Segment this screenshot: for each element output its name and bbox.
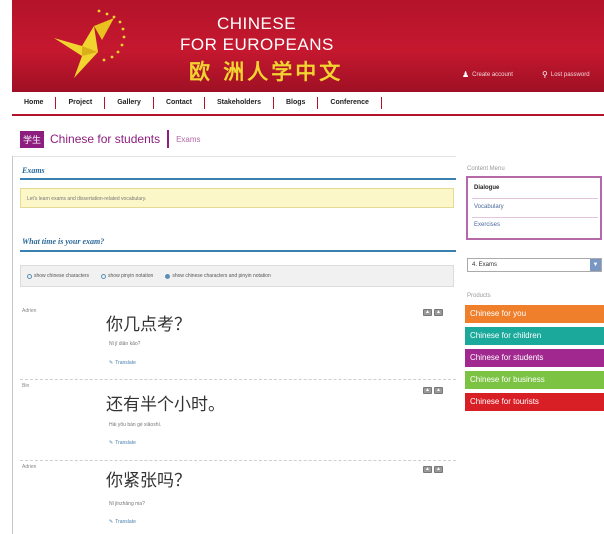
option-characters[interactable]: show chinese characters bbox=[27, 273, 89, 279]
product-chinese-for-children[interactable]: Chinese for children bbox=[465, 327, 604, 345]
divider bbox=[12, 156, 456, 157]
speaker-name: Adrien bbox=[22, 464, 37, 470]
create-account-label: Create account bbox=[472, 71, 513, 78]
record-audio-icon[interactable]: ▲ bbox=[434, 387, 443, 394]
brand-line-2: FOR EUROPEANS bbox=[180, 35, 334, 54]
audio-controls: ▲ ▲ bbox=[423, 309, 443, 316]
dialogue-pinyin: Nǐ jǐnzhāng ma? bbox=[109, 501, 145, 507]
section-exams-heading: Exams bbox=[22, 166, 45, 175]
user-icon: ♟ bbox=[462, 70, 470, 79]
translate-link[interactable]: ✎ Translate bbox=[109, 360, 136, 366]
content-menu-label: Content Menu bbox=[467, 166, 505, 172]
product-chinese-for-tourists[interactable]: Chinese for tourists bbox=[465, 393, 604, 411]
key-icon: ⚲ bbox=[542, 70, 548, 79]
radio-button[interactable] bbox=[101, 273, 107, 279]
option-label: show pinyin notation bbox=[108, 273, 154, 279]
audio-controls: ▲ ▲ bbox=[423, 466, 443, 473]
content-menu-exercises[interactable]: Exercises bbox=[474, 222, 500, 228]
nav-home[interactable]: Home bbox=[12, 97, 57, 109]
option-label: show chinese characters and pinyin notat… bbox=[172, 273, 271, 279]
translate-label: Translate bbox=[115, 440, 136, 446]
content-menu-dialogue[interactable]: Dialogue bbox=[474, 185, 499, 191]
play-audio-icon[interactable]: ▲ bbox=[423, 466, 432, 473]
translate-label: Translate bbox=[115, 519, 136, 525]
lost-password-label: Lost password bbox=[550, 71, 590, 78]
students-badge: 学生 bbox=[20, 130, 45, 148]
content-menu-vocabulary[interactable]: Vocabulary bbox=[474, 204, 504, 210]
record-audio-icon[interactable]: ▲ bbox=[434, 309, 443, 316]
brand-chinese: 欧 洲人学中文 bbox=[189, 60, 344, 84]
section-rule bbox=[20, 250, 456, 252]
dialogue-divider bbox=[20, 460, 456, 461]
breadcrumb-exams[interactable]: Exams bbox=[176, 135, 200, 144]
nav-contact[interactable]: Contact bbox=[154, 97, 205, 109]
nav-gallery[interactable]: Gallery bbox=[105, 97, 154, 109]
speaker-name: Adrien bbox=[22, 308, 37, 314]
origami-bird-logo bbox=[54, 9, 126, 78]
lost-password-link[interactable]: ⚲ Lost password bbox=[542, 70, 590, 79]
lesson-select-value: 4. Exams bbox=[472, 262, 498, 268]
page-title: Chinese for students bbox=[50, 132, 161, 146]
nav-stakeholders[interactable]: Stakeholders bbox=[205, 97, 274, 109]
radio-button-selected[interactable] bbox=[165, 273, 171, 279]
product-chinese-for-business[interactable]: Chinese for business bbox=[465, 371, 604, 389]
dialogue-hanzi: 你几点考？ bbox=[106, 315, 191, 335]
play-audio-icon[interactable]: ▲ bbox=[423, 387, 432, 394]
site-header: CHINESE FOR EUROPEANS 欧 洲人学中文 ♟ Create a… bbox=[12, 0, 604, 92]
question-heading: What time is your exam? bbox=[22, 237, 105, 246]
play-audio-icon[interactable]: ▲ bbox=[423, 309, 432, 316]
section-rule bbox=[20, 178, 456, 180]
content-border bbox=[12, 156, 13, 534]
main-nav: Home Project Gallery Contact Stakeholder… bbox=[12, 92, 604, 116]
create-account-link[interactable]: ♟ Create account bbox=[462, 70, 513, 79]
nav-blogs[interactable]: Blogs bbox=[274, 97, 319, 109]
audio-controls: ▲ ▲ bbox=[423, 387, 443, 394]
translate-label: Translate bbox=[115, 360, 136, 366]
menu-divider bbox=[472, 198, 598, 199]
heading-separator bbox=[167, 130, 170, 148]
exams-notice: Let's learn exams and dissertation-relat… bbox=[20, 188, 454, 208]
option-characters-and-pinyin[interactable]: show chinese characters and pinyin notat… bbox=[165, 273, 271, 279]
products-label: Products bbox=[467, 293, 491, 299]
speaker-name: Bin bbox=[22, 383, 30, 389]
brand-line-1: CHINESE bbox=[217, 14, 297, 33]
dialogue-hanzi: 还有半个小时。 bbox=[106, 395, 225, 415]
menu-divider bbox=[472, 217, 598, 218]
pencil-icon: ✎ bbox=[109, 519, 114, 525]
translate-link[interactable]: ✎ Translate bbox=[109, 440, 136, 446]
pencil-icon: ✎ bbox=[109, 360, 114, 366]
dialogue-pinyin: Hái yǒu bàn gè xiǎoshí. bbox=[109, 422, 162, 428]
radio-button[interactable] bbox=[27, 273, 32, 279]
product-chinese-for-students[interactable]: Chinese for students bbox=[465, 349, 604, 367]
nav-conference[interactable]: Conference bbox=[318, 97, 382, 109]
record-audio-icon[interactable]: ▲ bbox=[434, 466, 443, 473]
translate-link[interactable]: ✎ Translate bbox=[109, 519, 136, 525]
pencil-icon: ✎ bbox=[109, 440, 114, 446]
page-heading: 学生 Chinese for students Exams bbox=[20, 128, 201, 150]
nav-project[interactable]: Project bbox=[56, 97, 106, 109]
chevron-down-icon[interactable]: ▼ bbox=[590, 259, 601, 271]
dialogue-hanzi: 你紧张吗？ bbox=[106, 471, 191, 491]
product-chinese-for-you[interactable]: Chinese for you bbox=[465, 305, 604, 323]
lesson-select[interactable]: 4. Exams ▼ bbox=[467, 258, 602, 272]
option-pinyin[interactable]: show pinyin notation bbox=[101, 273, 153, 279]
content-menu: Dialogue Vocabulary Exercises bbox=[466, 176, 602, 240]
option-label: show chinese characters bbox=[34, 273, 90, 279]
dialogue-pinyin: Nǐ jǐ diǎn kǎo? bbox=[109, 341, 141, 347]
dialogue-divider bbox=[20, 379, 456, 380]
page: CHINESE FOR EUROPEANS 欧 洲人学中文 ♟ Create a… bbox=[0, 0, 604, 534]
display-options: show chinese characters show pinyin nota… bbox=[20, 265, 454, 287]
